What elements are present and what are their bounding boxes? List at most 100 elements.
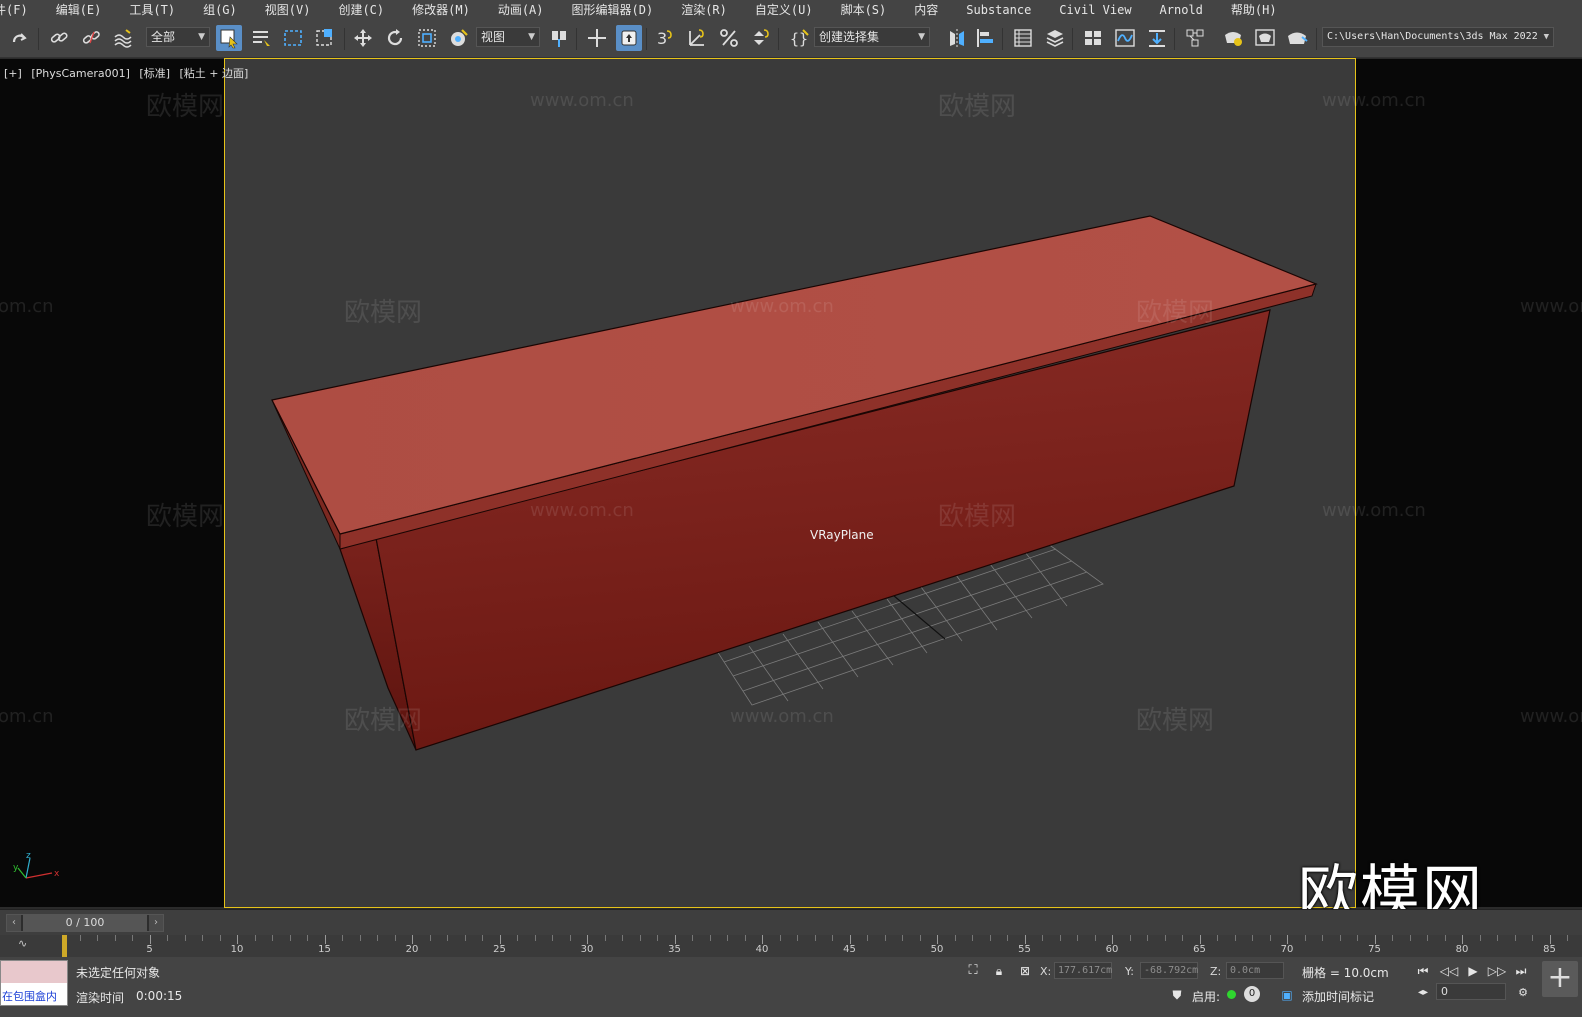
menu-item[interactable]: 件(F) bbox=[0, 0, 42, 20]
isolate-selection-icon[interactable]: ⛶ bbox=[962, 961, 984, 981]
menu-item[interactable]: Arnold bbox=[1146, 0, 1217, 20]
go-to-end-icon[interactable]: ⏭ bbox=[1510, 961, 1532, 981]
menu-item[interactable]: 图形编辑器(D) bbox=[558, 0, 668, 20]
menu-item[interactable]: 脚本(S) bbox=[827, 0, 901, 20]
menu-item[interactable]: 内容 bbox=[900, 0, 952, 20]
watermark-url: www.om.cn bbox=[730, 706, 834, 727]
add-time-tag-button[interactable]: 添加时间标记 bbox=[1302, 988, 1374, 1005]
named-selection-dropdown[interactable]: 创建选择集 ▼ bbox=[814, 27, 930, 47]
menu-item[interactable]: 自定义(U) bbox=[741, 0, 827, 20]
viewport-menu-plus[interactable]: [+] bbox=[4, 67, 22, 80]
create-plus-button[interactable]: + bbox=[1542, 961, 1578, 997]
previous-frame-icon[interactable]: ◁◁ bbox=[1438, 961, 1460, 981]
align-icon[interactable] bbox=[972, 25, 998, 51]
menu-item[interactable]: 视图(V) bbox=[251, 0, 325, 20]
maxscript-listener[interactable]: 在包围盒内 bbox=[0, 960, 68, 1006]
main-viewport[interactable] bbox=[224, 58, 1356, 908]
keyboard-shortcut-override-icon[interactable] bbox=[616, 25, 642, 51]
time-slider-bar[interactable]: ‹ 0 / 100 › bbox=[6, 914, 164, 932]
menu-item[interactable]: 渲染(R) bbox=[667, 0, 741, 20]
track-tick bbox=[1094, 935, 1096, 941]
redo-icon[interactable] bbox=[6, 25, 32, 51]
next-frame-icon[interactable]: ▷▷ bbox=[1486, 961, 1508, 981]
toggle-ribbon-icon[interactable] bbox=[1080, 25, 1106, 51]
time-tag-icon[interactable]: ▣ bbox=[1276, 985, 1298, 1005]
prev-frame-button[interactable]: ‹ bbox=[7, 915, 21, 931]
track-bar[interactable]: ∿ 5 10 15 20 25 30 35 40 45 50 55 60 65 70 75 80 85 bbox=[0, 935, 1582, 957]
curve-editor-icon[interactable] bbox=[1112, 25, 1138, 51]
menu-item[interactable]: 修改器(M) bbox=[398, 0, 484, 20]
bind-space-warp-icon[interactable] bbox=[110, 25, 136, 51]
menu-item[interactable]: 创建(C) bbox=[324, 0, 398, 20]
select-manipulate-icon[interactable] bbox=[584, 25, 610, 51]
rendered-frame-window-icon[interactable] bbox=[1252, 25, 1278, 51]
move-icon[interactable] bbox=[350, 25, 376, 51]
edit-named-selection-icon[interactable]: {} bbox=[786, 25, 812, 51]
menu-item[interactable]: Substance bbox=[952, 0, 1045, 20]
track-tick bbox=[1234, 935, 1236, 941]
layer-explorer-icon[interactable] bbox=[1042, 25, 1068, 51]
selection-filter-dropdown[interactable]: 全部 ▼ bbox=[146, 27, 210, 47]
viewport-camera-label[interactable]: [PhysCamera001] bbox=[31, 67, 130, 80]
z-coord-field[interactable]: 0.0cm bbox=[1226, 962, 1284, 979]
track-ticks[interactable]: 5 10 15 20 25 30 35 40 45 50 55 60 65 70 75 80 85 bbox=[60, 935, 1570, 957]
enable-count-badge[interactable]: 0 bbox=[1244, 986, 1260, 1002]
percent-snap-icon[interactable] bbox=[716, 25, 742, 51]
reference-coord-dropdown[interactable]: 视图 ▼ bbox=[476, 27, 540, 47]
menu-item[interactable]: 编辑(E) bbox=[42, 0, 116, 20]
go-to-start-icon[interactable]: ⏮ bbox=[1412, 961, 1434, 981]
frame-counter[interactable]: 0 / 100 bbox=[23, 915, 147, 931]
menu-item[interactable]: Civil View bbox=[1045, 0, 1145, 20]
rectangular-selection-icon[interactable] bbox=[280, 25, 306, 51]
angle-snap-icon[interactable] bbox=[684, 25, 710, 51]
key-mode-toggle-icon[interactable]: ◂▸ bbox=[1412, 983, 1434, 1003]
menu-item[interactable]: 帮助(H) bbox=[1217, 0, 1291, 20]
enable-status-dot bbox=[1227, 990, 1236, 999]
place-object-icon[interactable] bbox=[446, 25, 472, 51]
pivot-center-icon[interactable] bbox=[546, 25, 572, 51]
selection-lock-icon[interactable]: 🔒︎ bbox=[988, 961, 1010, 981]
watermark-url: www.om.cn bbox=[1520, 296, 1582, 317]
unlink-icon[interactable] bbox=[78, 25, 104, 51]
mirror-icon[interactable] bbox=[944, 25, 970, 51]
current-frame-field[interactable]: 0 bbox=[1436, 983, 1506, 1000]
x-coord-field[interactable]: 177.617cm bbox=[1054, 962, 1112, 979]
rotate-icon[interactable] bbox=[382, 25, 408, 51]
track-tick-label: 15 bbox=[318, 944, 331, 955]
track-tick bbox=[1409, 935, 1411, 941]
y-coord-field[interactable]: -68.792cm bbox=[1140, 962, 1198, 979]
snap-3d-icon[interactable]: 3 bbox=[652, 25, 678, 51]
time-config-icon[interactable]: ⚙ bbox=[1512, 983, 1534, 1003]
viewport-shading-standard[interactable]: [标准] bbox=[139, 67, 170, 80]
select-by-name-icon[interactable] bbox=[248, 25, 274, 51]
viewport-label[interactable]: [+] [PhysCamera001] [标准] [粘土 + 边面] bbox=[4, 65, 254, 81]
track-tick bbox=[937, 935, 938, 944]
play-icon[interactable]: ▶ bbox=[1462, 961, 1484, 981]
render-production-icon[interactable] bbox=[1284, 25, 1310, 51]
schematic-view-icon[interactable] bbox=[1144, 25, 1170, 51]
viewport-display-mode[interactable]: [粘土 + 边面] bbox=[180, 67, 249, 80]
select-object-icon[interactable] bbox=[216, 25, 242, 51]
menu-item[interactable]: 动画(A) bbox=[484, 0, 558, 20]
render-setup-icon[interactable] bbox=[1220, 25, 1246, 51]
track-tick bbox=[972, 935, 973, 941]
menu-item[interactable]: 组(G) bbox=[189, 0, 251, 20]
next-frame-button[interactable]: › bbox=[149, 915, 163, 931]
menu-item[interactable]: 工具(T) bbox=[115, 0, 189, 20]
material-editor-icon[interactable] bbox=[1182, 25, 1208, 51]
adaptive-degradation-icon[interactable]: ⛊ bbox=[1166, 985, 1188, 1005]
track-tick bbox=[552, 935, 553, 941]
scale-icon[interactable] bbox=[414, 25, 440, 51]
spinner-snap-icon[interactable] bbox=[748, 25, 774, 51]
curve-editor-mini-icon[interactable]: ∿ bbox=[18, 937, 27, 950]
main-toolbar: 全部 ▼ 视图 ▼ 3 {} 创建选择集 ▼ C:\Users\Han\Docu… bbox=[0, 20, 1582, 58]
current-frame-marker[interactable] bbox=[62, 935, 67, 957]
link-icon[interactable] bbox=[46, 25, 72, 51]
absolute-mode-icon[interactable]: ⊠ bbox=[1014, 961, 1036, 981]
track-tick-label: 5 bbox=[146, 944, 153, 955]
scene-explorer-icon[interactable] bbox=[1010, 25, 1036, 51]
time-slider[interactable]: ‹ 0 / 100 › bbox=[0, 909, 1582, 935]
window-crossing-icon[interactable] bbox=[312, 25, 338, 51]
track-tick bbox=[1427, 935, 1428, 941]
project-path-dropdown[interactable]: C:\Users\Han\Documents\3ds Max 2022 ▼ bbox=[1322, 27, 1554, 47]
